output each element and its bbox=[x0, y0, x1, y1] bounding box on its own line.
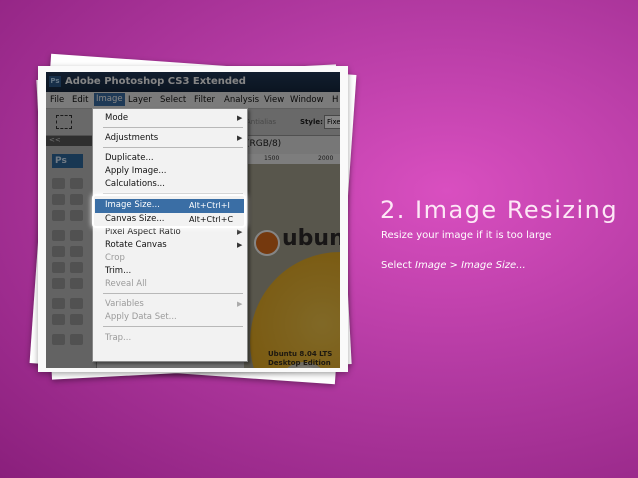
menu-item-duplicate[interactable]: Duplicate... bbox=[105, 153, 154, 163]
style-select[interactable]: Fixe bbox=[324, 115, 340, 129]
menu-item-calculations[interactable]: Calculations... bbox=[105, 179, 165, 189]
photoshop-screenshot: Ps Adobe Photoshop CS3 Extended File Edi… bbox=[46, 72, 340, 368]
toolbox-logo-icon: Ps bbox=[52, 154, 83, 168]
toolbox: Ps bbox=[46, 146, 97, 368]
slide-line-2: Select Image > Image Size... bbox=[381, 260, 526, 271]
menu-item-variables: Variables bbox=[105, 299, 144, 309]
slice-icon[interactable] bbox=[70, 210, 83, 221]
menu-bar: File Edit Image Layer Select Filter Anal… bbox=[46, 92, 340, 109]
menu-item-mode[interactable]: Mode bbox=[105, 113, 128, 123]
window-title: Adobe Photoshop CS3 Extended bbox=[65, 76, 246, 87]
photoshop-logo-icon: Ps bbox=[49, 76, 61, 87]
disc-label-line2: Desktop Edition (6 bbox=[268, 359, 331, 367]
menu-help[interactable]: H bbox=[332, 95, 338, 105]
menu-item-adjustments[interactable]: Adjustments bbox=[105, 133, 158, 143]
menu-item-apply-data-set: Apply Data Set... bbox=[105, 312, 177, 322]
ubuntu-word: ubun bbox=[282, 226, 340, 251]
menu-image[interactable]: Image bbox=[94, 93, 125, 106]
line-icon[interactable] bbox=[70, 314, 83, 325]
menu-item-image-size[interactable]: Image Size... bbox=[105, 200, 160, 210]
document-tab[interactable]: (RGB/8) bbox=[244, 136, 340, 154]
menu-select[interactable]: Select bbox=[160, 95, 186, 105]
line2-item: Image Size... bbox=[461, 260, 526, 271]
menu-edit[interactable]: Edit bbox=[72, 95, 88, 105]
lasso-icon[interactable] bbox=[52, 194, 65, 205]
line2-prefix: Select bbox=[381, 260, 416, 271]
ruler-tick: 1500 bbox=[264, 155, 280, 162]
image-menu-dropdown: Mode ▶ Adjustments ▶ Duplicate... Apply … bbox=[92, 108, 248, 362]
collapse-icon[interactable]: << bbox=[49, 136, 61, 144]
menu-item-canvas-size[interactable]: Canvas Size... bbox=[105, 214, 164, 224]
dodge-icon[interactable] bbox=[70, 278, 83, 289]
title-bar: Ps Adobe Photoshop CS3 Extended bbox=[46, 72, 340, 92]
submenu-arrow-icon: ▶ bbox=[237, 228, 243, 236]
ubuntu-logo-icon bbox=[254, 230, 280, 256]
notes-icon[interactable] bbox=[52, 334, 65, 345]
submenu-arrow-icon: ▶ bbox=[237, 134, 243, 142]
magic-wand-icon[interactable] bbox=[70, 194, 83, 205]
shortcut-canvas-size: Alt+Ctrl+C bbox=[189, 215, 234, 224]
disc-label-line1: Ubuntu 8.04 LTS bbox=[268, 350, 333, 358]
shortcut-image-size: Alt+Ctrl+I bbox=[189, 201, 230, 210]
toolbox-header: << bbox=[46, 136, 98, 146]
healing-brush-icon[interactable] bbox=[52, 230, 65, 241]
eraser-icon[interactable] bbox=[52, 262, 65, 273]
menu-separator bbox=[103, 293, 243, 294]
menu-separator bbox=[103, 147, 243, 148]
menu-item-trim[interactable]: Trim... bbox=[105, 266, 131, 276]
crop-icon[interactable] bbox=[52, 210, 65, 221]
line2-menu: Image bbox=[415, 260, 447, 271]
slide-heading: 2. Image Resizing bbox=[380, 196, 619, 224]
menu-analysis[interactable]: Analysis bbox=[224, 95, 259, 105]
antialias-label: Antialias bbox=[246, 118, 277, 126]
gradient-icon[interactable] bbox=[70, 262, 83, 273]
brush-icon[interactable] bbox=[70, 230, 83, 241]
path-selection-icon[interactable] bbox=[52, 314, 65, 325]
menu-item-reveal-all: Reveal All bbox=[105, 279, 147, 289]
blur-icon[interactable] bbox=[52, 278, 65, 289]
submenu-arrow-icon: ▶ bbox=[237, 300, 243, 308]
marquee-icon[interactable] bbox=[52, 178, 65, 189]
menu-separator bbox=[103, 193, 243, 194]
submenu-arrow-icon: ▶ bbox=[237, 114, 243, 122]
menu-layer[interactable]: Layer bbox=[128, 95, 152, 105]
stamp-icon[interactable] bbox=[52, 246, 65, 257]
submenu-arrow-icon: ▶ bbox=[237, 241, 243, 249]
document-tab-label: (RGB/8) bbox=[246, 139, 282, 149]
menu-file[interactable]: File bbox=[50, 95, 64, 105]
slide-background: Ps Adobe Photoshop CS3 Extended File Edi… bbox=[0, 0, 638, 478]
menu-view[interactable]: View bbox=[264, 95, 284, 105]
disc-label: Ubuntu 8.04 LTS Desktop Edition (6 bbox=[268, 350, 340, 368]
ruler-tick: 2000 bbox=[318, 155, 334, 162]
menu-window[interactable]: Window bbox=[290, 95, 324, 105]
move-icon[interactable] bbox=[70, 178, 83, 189]
eyedropper-icon[interactable] bbox=[70, 334, 83, 345]
menu-item-pixel-aspect-ratio[interactable]: Pixel Aspect Ratio bbox=[105, 227, 181, 237]
menu-item-apply-image[interactable]: Apply Image... bbox=[105, 166, 166, 176]
marquee-tool-icon[interactable] bbox=[56, 115, 72, 129]
menu-item-rotate-canvas[interactable]: Rotate Canvas bbox=[105, 240, 167, 250]
slide-line-1: Resize your image if it is too large bbox=[381, 230, 552, 241]
type-icon[interactable] bbox=[70, 298, 83, 309]
style-label: Style: bbox=[300, 118, 323, 126]
menu-item-crop: Crop bbox=[105, 253, 125, 263]
pen-icon[interactable] bbox=[52, 298, 65, 309]
menu-separator bbox=[103, 326, 243, 327]
history-brush-icon[interactable] bbox=[70, 246, 83, 257]
menu-filter[interactable]: Filter bbox=[194, 95, 215, 105]
menu-separator bbox=[103, 127, 243, 128]
line2-sep: > bbox=[446, 260, 462, 271]
menu-item-trap: Trap... bbox=[105, 333, 132, 343]
